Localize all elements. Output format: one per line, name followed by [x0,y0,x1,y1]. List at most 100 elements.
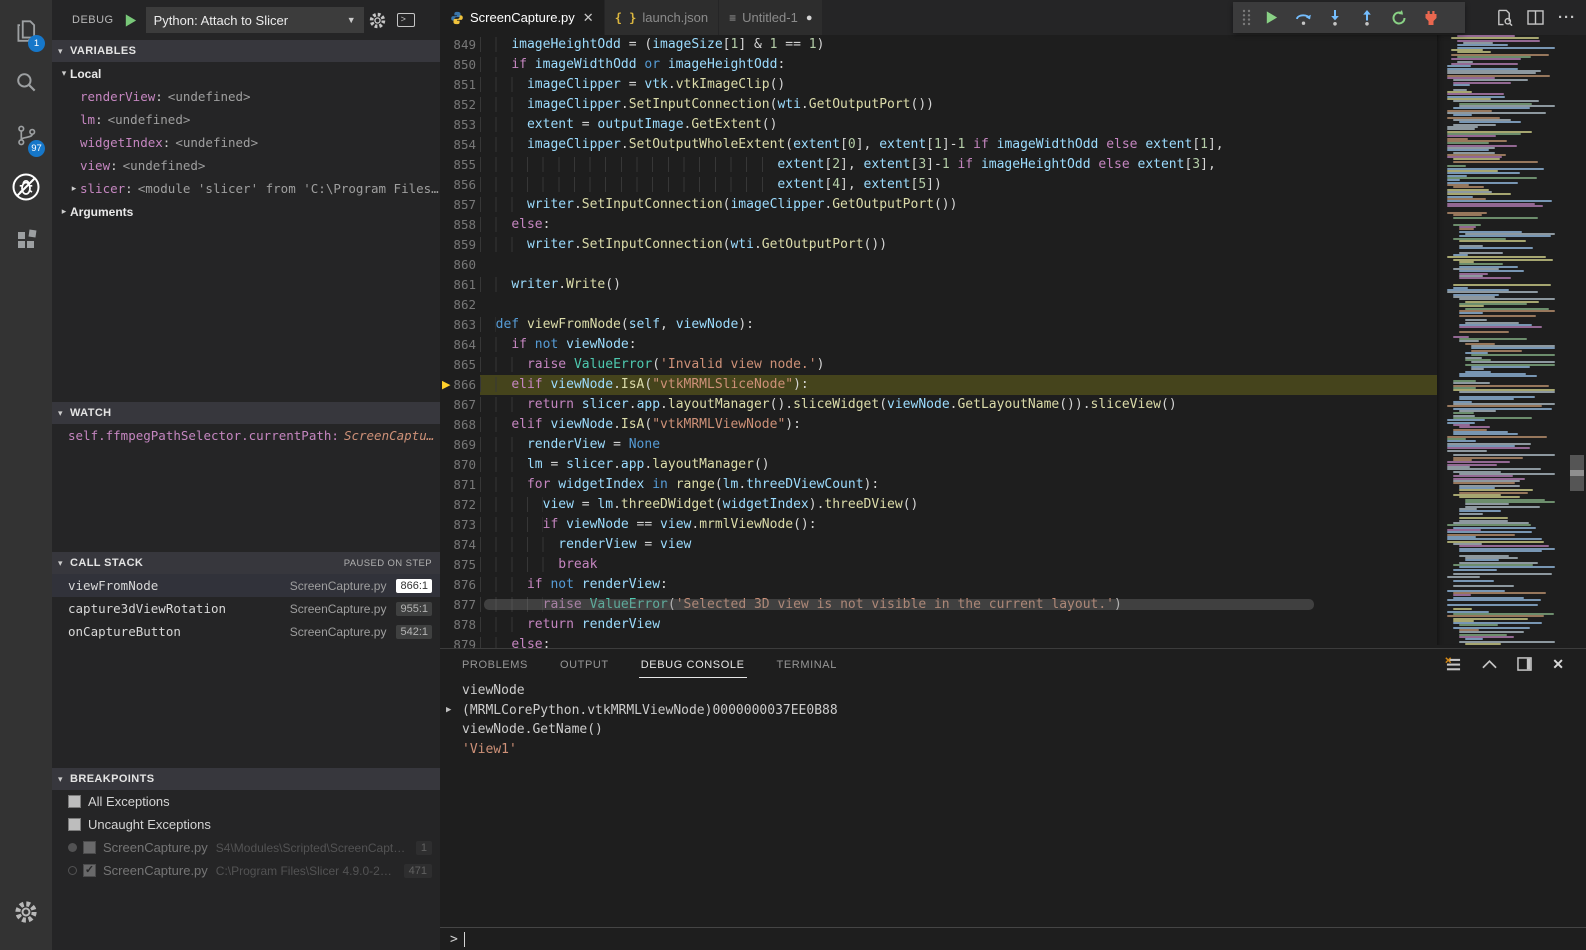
code-line[interactable]: 872 view = lm.threeDWidget(widgetIndex).… [440,495,1586,515]
code-line[interactable]: 869 renderView = None [440,435,1586,455]
close-icon[interactable]: ✕ [583,10,594,26]
continue-button[interactable] [1255,4,1287,32]
chevron-collapsed-icon[interactable]: ▶ [446,701,451,721]
start-debug-button[interactable] [122,11,140,29]
line-number[interactable]: 870 [448,455,476,475]
variables-section-header[interactable]: ▾ VARIABLES [52,40,440,62]
code-line[interactable]: 855 extent[2], extent[3]-1 if imageHeigh… [440,155,1586,175]
breakpoints-section-header[interactable]: ▾ BREAKPOINTS [52,768,440,790]
variable-row[interactable]: widgetIndex:<undefined> [52,131,440,154]
line-number[interactable]: 850 [448,55,476,75]
breakpoint-checkbox[interactable] [83,841,96,854]
line-number[interactable]: 868 [448,415,476,435]
code-line[interactable]: 850 if imageWidthOdd or imageHeightOdd: [440,55,1586,75]
tab-problems[interactable]: PROBLEMS [460,651,530,677]
call-stack-frame[interactable]: capture3dViewRotationScreenCapture.py955… [52,597,440,620]
code-line[interactable]: 875 break [440,555,1586,575]
vertical-scrollbar-thumb[interactable] [1570,455,1584,491]
open-preview-button[interactable] [1496,9,1513,26]
line-number[interactable]: 852 [448,95,476,115]
breakpoint-row[interactable]: All Exceptions [52,790,440,813]
code-line[interactable]: 860 [440,255,1586,275]
code-line[interactable]: 871 for widgetIndex in range(lm.threeDVi… [440,475,1586,495]
horizontal-scrollbar[interactable] [480,599,1437,610]
variable-row[interactable]: renderView:<undefined> [52,85,440,108]
vertical-scrollbar[interactable] [1568,35,1586,645]
line-number[interactable]: 872 [448,495,476,515]
tab-launch-json[interactable]: { } launch.json [605,0,719,35]
source-control-icon[interactable]: 97 [0,111,52,159]
extensions-icon[interactable] [0,216,52,264]
code-line[interactable]: 851 imageClipper = vtk.vtkImageClip() [440,75,1586,95]
debug-config-dropdown[interactable]: Python: Attach to Slicer ▼ [146,7,364,33]
code-line[interactable]: 861 writer.Write() [440,275,1586,295]
toolbar-drag-handle[interactable] [1237,4,1255,32]
code-line[interactable]: 873 if viewNode == view.mrmlViewNode(): [440,515,1586,535]
call-stack-frame[interactable]: onCaptureButtonScreenCapture.py542:1 [52,620,440,643]
code-line[interactable]: 878 return renderView [440,615,1586,635]
open-debug-console-button[interactable]: > [392,7,420,33]
code-line[interactable]: 867 return slicer.app.layoutManager().sl… [440,395,1586,415]
minimap[interactable] [1437,35,1568,645]
line-number[interactable]: 871 [448,475,476,495]
variable-scope-row[interactable]: ▸Arguments [52,200,440,223]
code-line[interactable]: 862 [440,295,1586,315]
disconnect-button[interactable] [1415,4,1447,32]
line-number[interactable]: 876 [448,575,476,595]
call-stack-frame[interactable]: viewFromNodeScreenCapture.py866:1 [52,574,440,597]
breakpoint-row[interactable]: ScreenCapture.pyS4\Modules\Scripted\Scre… [52,836,440,859]
line-number[interactable]: 879 [448,635,476,648]
breakpoint-checkbox[interactable] [68,818,81,831]
code-line[interactable]: 857 writer.SetInputConnection(imageClipp… [440,195,1586,215]
line-number[interactable]: 857 [448,195,476,215]
line-number[interactable]: 853 [448,115,476,135]
code-line[interactable]: 856 extent[4], extent[5]) [440,175,1586,195]
search-icon[interactable] [0,58,52,106]
configure-gear-button[interactable] [364,7,392,33]
restart-button[interactable] [1383,4,1415,32]
line-number[interactable]: 860 [448,255,476,275]
debug-icon[interactable] [0,163,52,211]
code-line[interactable]: 876 if not renderView: [440,575,1586,595]
line-number[interactable]: 867 [448,395,476,415]
line-number[interactable]: 854 [448,135,476,155]
watch-section-header[interactable]: ▾ WATCH [52,402,440,424]
watch-row[interactable]: self.ffmpegPathSelector.currentPath:Scre… [52,424,440,447]
breakpoint-row[interactable]: ✓ScreenCapture.pyC:\Program Files\Slicer… [52,859,440,882]
line-number[interactable]: 864 [448,335,476,355]
breakpoint-row[interactable]: Uncaught Exceptions [52,813,440,836]
call-stack-section-header[interactable]: ▾ CALL STACK PAUSED ON STEP [52,552,440,574]
variable-row[interactable]: lm:<undefined> [52,108,440,131]
code-line[interactable]: ▶866 elif viewNode.IsA("vtkMRMLSliceNode… [440,375,1586,395]
line-number[interactable]: 873 [448,515,476,535]
horizontal-scrollbar-thumb[interactable] [484,599,1314,610]
line-number[interactable]: 858 [448,215,476,235]
maximize-panel-button[interactable] [1482,659,1497,669]
line-number[interactable]: 866 [448,375,476,395]
console-line[interactable]: ▶(MRMLCorePython.vtkMRMLViewNode)0000000… [452,701,1576,721]
line-number[interactable]: 849 [448,35,476,55]
clear-console-button[interactable] [1445,657,1462,672]
panel-layout-button[interactable] [1517,657,1532,671]
breakpoint-checkbox[interactable] [68,795,81,808]
code-editor[interactable]: 849 imageHeightOdd = (imageSize[1] & 1 =… [440,35,1586,648]
line-number[interactable]: 862 [448,295,476,315]
code-line[interactable]: 859 writer.SetInputConnection(wti.GetOut… [440,235,1586,255]
step-into-button[interactable] [1319,4,1351,32]
variable-row[interactable]: ▸slicer:<module 'slicer' from 'C:\Progra… [52,177,440,200]
settings-gear-icon[interactable] [0,888,52,936]
console-line[interactable]: viewNode [452,681,1576,701]
code-line[interactable]: 853 extent = outputImage.GetExtent() [440,115,1586,135]
variable-scope-row[interactable]: ▾Local [52,62,440,85]
line-number[interactable]: 859 [448,235,476,255]
breakpoint-checkbox[interactable]: ✓ [83,864,96,877]
code-line[interactable]: 863 def viewFromNode(self, viewNode): [440,315,1586,335]
code-line[interactable]: 868 elif viewNode.IsA("vtkMRMLViewNode")… [440,415,1586,435]
line-number[interactable]: 877 [448,595,476,615]
line-number[interactable]: 869 [448,435,476,455]
code-line[interactable]: 849 imageHeightOdd = (imageSize[1] & 1 =… [440,35,1586,55]
code-line[interactable]: 864 if not viewNode: [440,335,1586,355]
tab-output[interactable]: OUTPUT [558,651,611,677]
tab-untitled-1[interactable]: ≡ Untitled-1 ● [719,0,823,35]
debug-console-input[interactable]: > [440,927,1586,950]
